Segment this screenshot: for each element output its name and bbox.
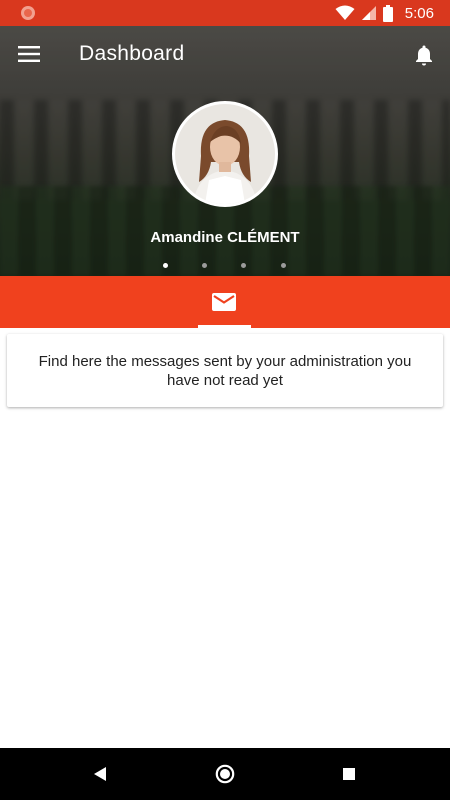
recents-icon[interactable] — [343, 768, 355, 780]
tab-selected-indicator — [198, 325, 251, 328]
battery-icon — [382, 4, 393, 22]
home-icon[interactable] — [215, 764, 235, 784]
unread-messages-card[interactable]: Find here the messages sent by your admi… — [7, 334, 443, 407]
bell-icon[interactable] — [412, 43, 436, 67]
profile-photo — [175, 104, 275, 204]
user-name: Amandine CLÉMENT — [150, 229, 300, 246]
tab-messages[interactable] — [198, 276, 251, 328]
pager-dots — [0, 263, 450, 271]
pager-dot[interactable] — [163, 263, 168, 268]
app-toolbar: Dashboard — [0, 26, 450, 82]
mail-icon — [212, 293, 236, 311]
card-message-text: Find here the messages sent by your admi… — [38, 353, 412, 389]
avatar[interactable] — [172, 101, 278, 207]
signal-icon — [361, 6, 376, 20]
hamburger-menu-icon[interactable] — [18, 43, 42, 65]
status-bar: 5:06 — [0, 0, 450, 26]
system-nav-bar — [0, 748, 450, 800]
pager-dot[interactable] — [202, 263, 207, 268]
status-icons: 5:06 — [335, 3, 434, 23]
pager-dot[interactable] — [241, 263, 246, 268]
back-icon[interactable] — [92, 766, 108, 782]
pager-dot[interactable] — [281, 263, 286, 268]
wifi-icon — [335, 5, 355, 20]
tab-bar — [0, 276, 450, 328]
page-title: Dashboard — [79, 42, 185, 65]
status-time: 5:06 — [404, 4, 434, 22]
notification-dot-icon — [21, 6, 35, 20]
